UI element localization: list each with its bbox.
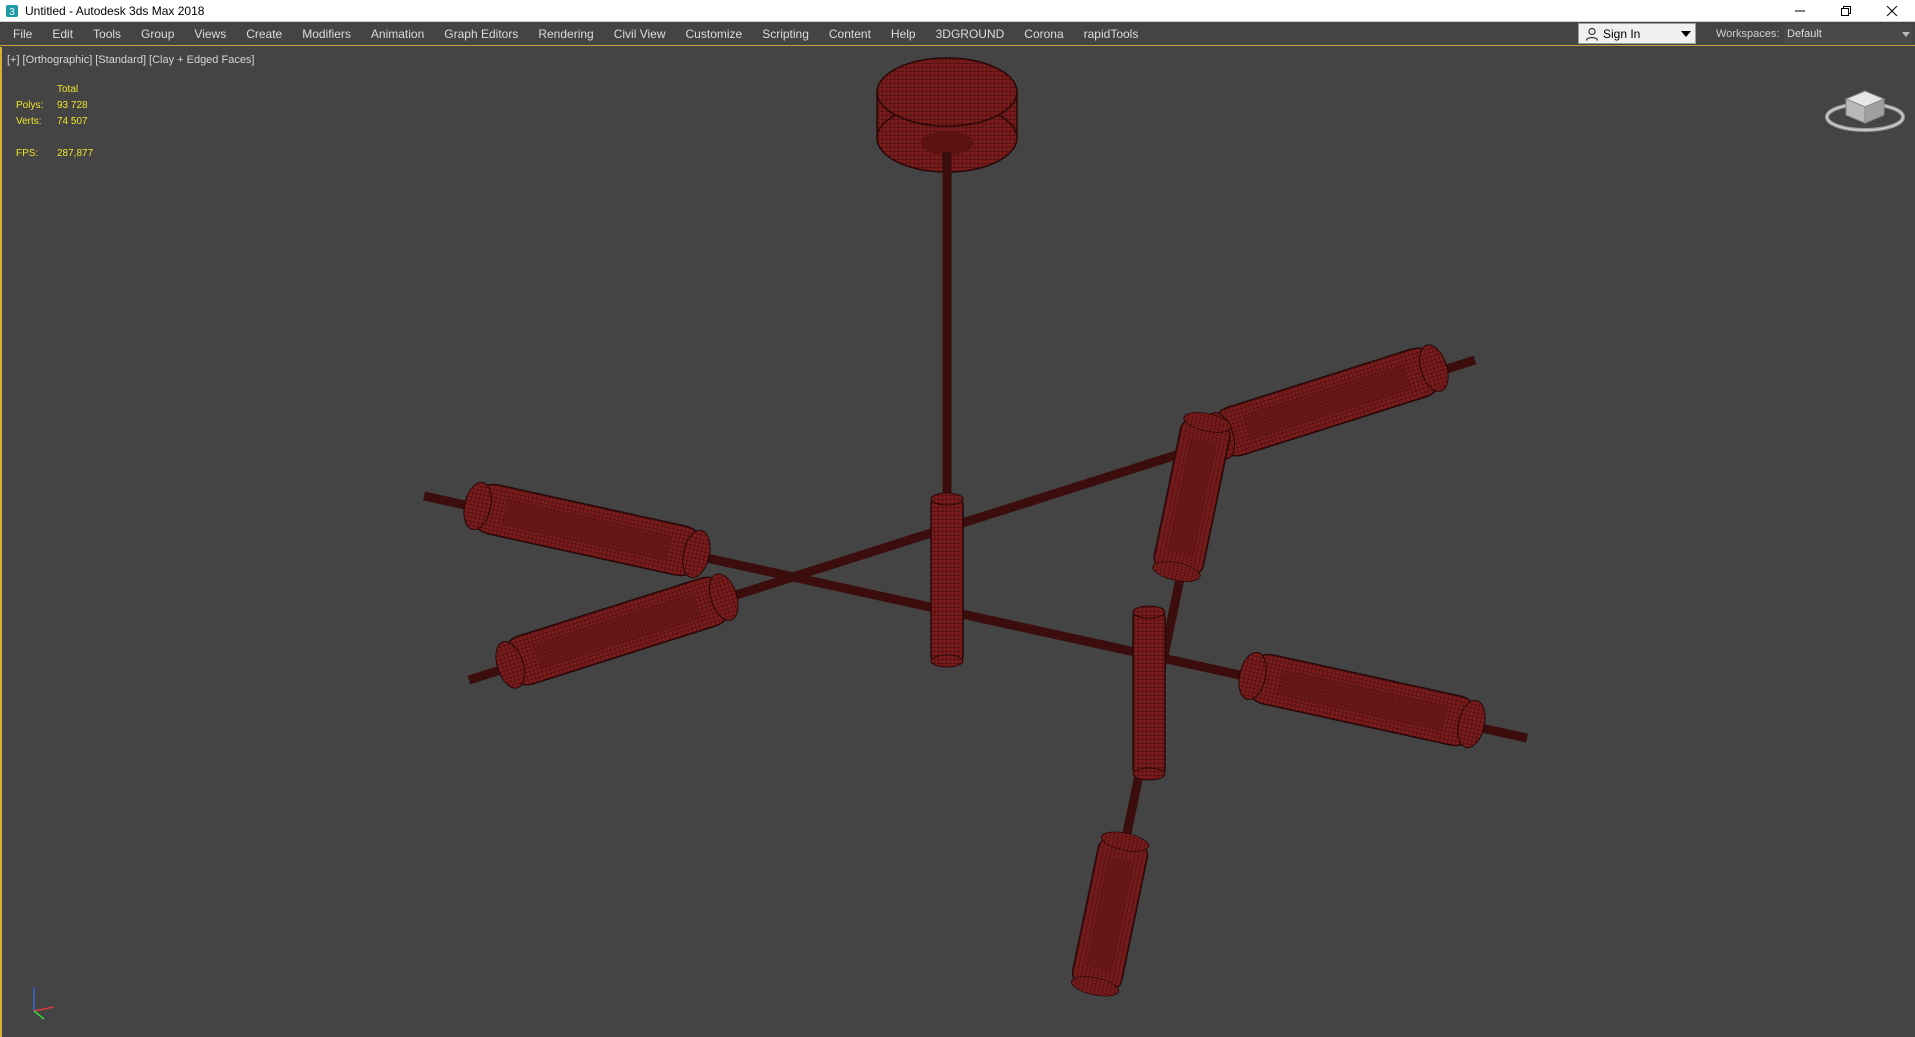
menu-civil-view[interactable]: Civil View: [604, 22, 676, 46]
workspaces-label: Workspaces:: [1716, 28, 1780, 40]
menu-graph-editors[interactable]: Graph Editors: [434, 22, 528, 46]
stats-polys-value: 93 728: [57, 100, 88, 111]
lamp-tube-left-lower: [489, 568, 745, 694]
minimize-icon[interactable]: [1777, 0, 1823, 22]
menu-3dground[interactable]: 3DGROUND: [926, 22, 1015, 46]
lamp-tube-right-upper: [1199, 339, 1455, 465]
menu-rapidtools[interactable]: rapidTools: [1074, 22, 1149, 46]
stats-verts-value: 74 507: [57, 116, 88, 127]
stats-verts-label: Verts:: [16, 116, 42, 127]
viewport-display-mode-menu[interactable]: [Clay + Edged Faces]: [149, 54, 254, 66]
menu-create[interactable]: Create: [236, 22, 292, 46]
viewport-general-menu[interactable]: [+]: [7, 54, 20, 66]
viewport-shading-menu[interactable]: [Standard]: [95, 54, 146, 66]
side-hub: [1132, 605, 1166, 781]
perspective-viewport[interactable]: [+] [Orthographic] [Standard] [Clay + Ed…: [0, 47, 1915, 1037]
viewport-label-menu: [+] [Orthographic] [Standard] [Clay + Ed…: [7, 54, 255, 66]
chevron-down-icon[interactable]: [1900, 26, 1912, 42]
central-hub: [930, 492, 964, 668]
workspaces-value: Default: [1787, 28, 1822, 40]
menu-scripting[interactable]: Scripting: [752, 22, 819, 46]
menu-content[interactable]: Content: [819, 22, 881, 46]
lamp-tube-vertical-lower: [1068, 827, 1152, 1001]
user-icon: [1584, 26, 1600, 42]
lamp-tube-right-lower: [1233, 647, 1491, 753]
title-bar: 3 Untitled - Autodesk 3ds Max 2018: [0, 0, 1915, 22]
menu-file[interactable]: File: [0, 22, 42, 46]
menu-edit[interactable]: Edit: [42, 22, 83, 46]
svg-text:3: 3: [9, 7, 15, 18]
stats-fps-value: 287,877: [57, 148, 94, 159]
workspaces-dropdown[interactable]: Default: [1784, 24, 1912, 44]
viewport-point-of-view-menu[interactable]: [Orthographic]: [23, 54, 93, 66]
menu-group[interactable]: Group: [131, 22, 184, 46]
window-controls: [1777, 0, 1915, 22]
lamp-tube-vertical-upper: [1149, 407, 1235, 587]
viewcube-icon[interactable]: [1824, 77, 1906, 137]
window-title: Untitled - Autodesk 3ds Max 2018: [25, 3, 205, 18]
axis-tripod-icon: [33, 987, 55, 1020]
menu-modifiers[interactable]: Modifiers: [292, 22, 361, 46]
menu-animation[interactable]: Animation: [361, 22, 434, 46]
close-icon[interactable]: [1869, 0, 1915, 22]
stats-polys-label: Polys:: [16, 100, 44, 111]
menu-items: File Edit Tools Group Views Create Modif…: [0, 22, 1148, 46]
menu-customize[interactable]: Customize: [676, 22, 753, 46]
sign-in-button[interactable]: Sign In: [1578, 23, 1696, 44]
menu-rendering[interactable]: Rendering: [528, 22, 603, 46]
restore-icon[interactable]: [1823, 0, 1869, 22]
stats-total-label: Total: [57, 84, 79, 95]
ceiling-chandelier-model[interactable]: [2, 47, 1915, 1037]
3ds-max-app-icon[interactable]: 3: [5, 4, 19, 18]
menu-help[interactable]: Help: [881, 22, 926, 46]
lamp-tube-left-upper: [458, 477, 716, 583]
menu-bar: File Edit Tools Group Views Create Modif…: [0, 22, 1915, 46]
menu-corona[interactable]: Corona: [1014, 22, 1073, 46]
menu-tools[interactable]: Tools: [83, 22, 131, 46]
menu-views[interactable]: Views: [184, 22, 236, 46]
stats-fps-label: FPS:: [16, 148, 39, 159]
sign-in-label: Sign In: [1603, 26, 1641, 41]
chevron-down-icon[interactable]: [1679, 26, 1693, 42]
